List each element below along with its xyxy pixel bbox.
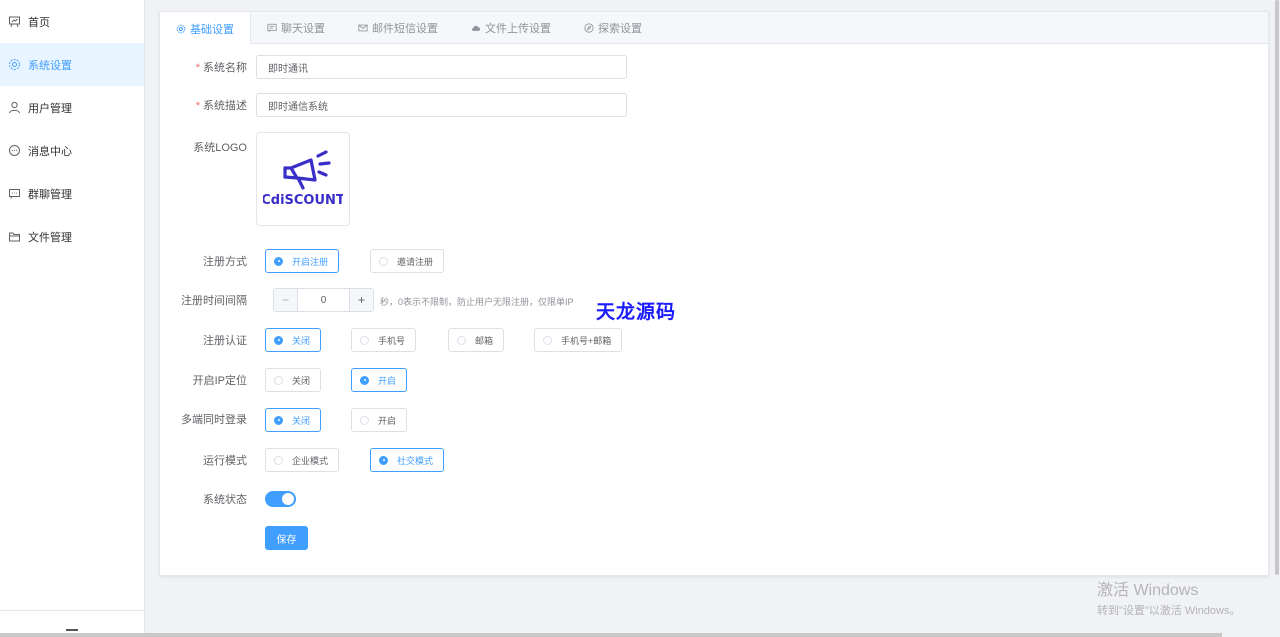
user-icon	[8, 101, 21, 114]
system-logo-label: 系统LOGO	[193, 142, 247, 154]
system-status-switch[interactable]	[265, 491, 296, 507]
tab-basic-settings[interactable]: 基础设置	[160, 12, 251, 45]
settings-tabs: 基础设置 聊天设置 邮件短信设置 文件上传设置 探索设置	[160, 12, 1268, 45]
mail-icon	[358, 23, 368, 33]
tab-label: 基础设置	[190, 23, 234, 36]
home-icon	[8, 15, 21, 28]
form-row-register-interval: 注册时间间隔	[160, 288, 263, 312]
sidebar-item-message-center[interactable]: 消息中心	[0, 129, 144, 172]
radio-auth-email[interactable]: 邮箱	[448, 328, 505, 352]
system-name-label: * 系统名称	[195, 62, 247, 74]
radio-multi-login-on[interactable]: 开启	[351, 408, 408, 432]
increment-button[interactable]: +	[349, 289, 373, 311]
sidebar-item-home[interactable]: 首页	[0, 0, 144, 43]
sidebar-item-label: 群聊管理	[28, 188, 72, 201]
activation-subtitle: 转到"设置"以激活 Windows。	[1097, 605, 1241, 617]
radio-dot	[274, 335, 283, 345]
form-row-system-logo: 系统LOGO CdiSCOUNT	[160, 132, 350, 226]
register-auth-label: 注册认证	[203, 335, 247, 347]
activation-title: 激活 Windows	[1097, 582, 1199, 599]
radio-dot	[457, 335, 466, 345]
watermark-text: 天龙源码	[596, 301, 677, 323]
tab-mail-sms-settings[interactable]: 邮件短信设置	[342, 12, 455, 43]
tab-label: 探索设置	[598, 22, 642, 35]
cloud-upload-icon	[471, 23, 481, 33]
register-interval-value[interactable]: 0	[298, 289, 349, 311]
radio-enterprise-mode[interactable]: 企业模式	[265, 448, 340, 472]
form-row-multi-login: 多端同时登录	[160, 407, 256, 431]
form-row-system-name: * 系统名称 即时通讯	[160, 55, 627, 79]
sidebar: 首页 系统设置 用户管理 消息中心 群聊管理 文件管理	[0, 0, 145, 637]
form-row-run-mode: 运行模式	[160, 448, 256, 472]
folder-icon	[8, 230, 21, 243]
radio-dot	[360, 375, 369, 385]
form-row-register-mode: 注册方式	[160, 249, 760, 273]
svg-text:CdiSCOUNT: CdiSCOUNT	[263, 193, 343, 208]
register-interval-label: 注册时间间隔	[181, 295, 247, 307]
radio-social-mode[interactable]: 社交模式	[370, 448, 445, 472]
radio-multi-login-off[interactable]: 关闭	[265, 408, 322, 432]
radio-dot	[379, 455, 388, 465]
tab-label: 邮件短信设置	[372, 22, 438, 35]
radio-dot	[360, 415, 369, 425]
radio-dot	[274, 256, 283, 266]
form-row-system-desc: * 系统描述 即时通信系统	[160, 93, 627, 117]
sidebar-item-group-chat[interactable]: 群聊管理	[0, 172, 144, 215]
multi-login-label: 多端同时登录	[181, 414, 247, 426]
run-mode-label: 运行模式	[203, 455, 247, 467]
vertical-scrollbar-thumb[interactable]	[1275, 0, 1279, 575]
tab-label: 文件上传设置	[485, 22, 551, 35]
register-interval-stepper[interactable]: − 0 +	[273, 288, 374, 312]
logo-uploader[interactable]: CdiSCOUNT	[256, 132, 350, 226]
sidebar-item-user-management[interactable]: 用户管理	[0, 86, 144, 129]
sidebar-item-label: 用户管理	[28, 102, 72, 115]
save-button[interactable]: 保存	[265, 526, 308, 550]
gear-icon	[8, 58, 21, 71]
system-desc-input[interactable]: 即时通信系统	[256, 93, 627, 117]
system-desc-label: * 系统描述	[195, 100, 247, 112]
tab-file-upload-settings[interactable]: 文件上传设置	[455, 12, 568, 43]
ip-location-label: 开启IP定位	[192, 375, 247, 387]
sidebar-item-label: 系统设置	[28, 59, 72, 72]
vertical-scrollbar-track[interactable]	[1274, 0, 1280, 575]
system-status-label: 系统状态	[203, 494, 247, 506]
cdiscount-logo: CdiSCOUNT	[263, 150, 343, 208]
sidebar-item-system-settings[interactable]: 系统设置	[0, 43, 144, 86]
radio-dot	[274, 375, 283, 385]
sidebar-item-label: 文件管理	[28, 231, 72, 244]
settings-panel: 基础设置 聊天设置 邮件短信设置 文件上传设置 探索设置 * 系统名称 即时通讯…	[159, 11, 1269, 576]
radio-open-register[interactable]: 开启注册	[265, 249, 340, 273]
horizontal-scrollbar[interactable]	[0, 633, 1222, 637]
sidebar-item-file-management[interactable]: 文件管理	[0, 215, 144, 258]
register-interval-hint: 秒，0表示不限制，防止用户无限注册，仅限单IP	[380, 297, 574, 307]
decrement-button[interactable]: −	[274, 289, 298, 311]
form-row-system-status: 系统状态	[160, 491, 256, 507]
radio-auth-phone-email[interactable]: 手机号+邮箱	[534, 328, 623, 352]
windows-activation-notice: 激活 Windows 转到"设置"以激活 Windows。	[1097, 576, 1241, 618]
tab-explore-settings[interactable]: 探索设置	[568, 12, 659, 43]
system-name-input[interactable]: 即时通讯	[256, 55, 627, 79]
radio-dot	[543, 335, 552, 345]
radio-dot	[274, 415, 283, 425]
tab-label: 聊天设置	[281, 22, 325, 35]
radio-invite-register[interactable]: 邀请注册	[370, 249, 445, 273]
radio-dot	[274, 455, 283, 465]
radio-auth-phone[interactable]: 手机号	[351, 328, 417, 352]
radio-dot	[360, 335, 369, 345]
form-row-register-auth: 注册认证	[160, 328, 256, 352]
compass-icon	[584, 22, 594, 33]
sidebar-item-label: 首页	[28, 16, 50, 29]
tab-chat-settings[interactable]: 聊天设置	[251, 12, 342, 43]
sidebar-item-label: 消息中心	[28, 145, 72, 158]
group-chat-icon	[8, 187, 21, 200]
gear-icon	[176, 24, 186, 34]
form-row-ip-location: 开启IP定位	[160, 368, 256, 392]
radio-dot	[379, 256, 388, 266]
chat-bubble-icon	[267, 23, 277, 33]
radio-auth-off[interactable]: 关闭	[265, 328, 322, 352]
chat-icon	[8, 144, 21, 157]
radio-ip-off[interactable]: 关闭	[265, 368, 322, 392]
radio-ip-on[interactable]: 开启	[351, 368, 408, 392]
register-mode-label: 注册方式	[203, 256, 247, 268]
